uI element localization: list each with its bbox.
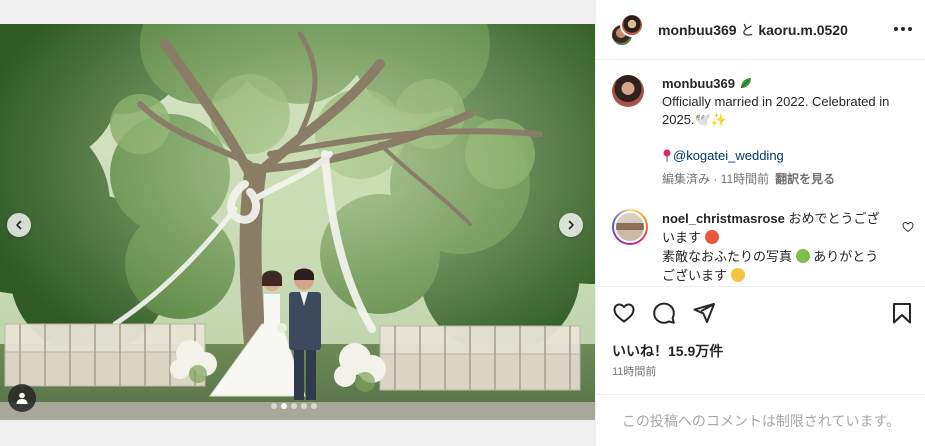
carousel-dot	[311, 403, 317, 409]
wedding-photo-illustration	[0, 24, 595, 420]
caption-username[interactable]: monbuu369	[662, 76, 735, 91]
comment-item: noel_christmasrose おめでとうございます 素敵なおふたりの写真…	[612, 209, 918, 285]
comment-bubble-icon	[653, 302, 675, 324]
like-button[interactable]	[612, 301, 636, 325]
user-tag-icon	[16, 392, 28, 404]
more-horizontal-icon	[894, 27, 898, 31]
likes-count[interactable]: いいね！15.9万件	[612, 341, 723, 361]
post-header: monbuu369 と kaoru.m.0520	[596, 0, 925, 60]
bookmark-icon	[893, 303, 911, 324]
action-bar	[612, 301, 914, 327]
chevron-right-icon	[568, 220, 574, 230]
avatar[interactable]	[612, 75, 644, 107]
post-caption: monbuu369 Officially married in 2022. Ce…	[612, 75, 912, 188]
edited-timestamp: 編集済み · 11時間前	[662, 172, 770, 186]
heart-icon	[613, 303, 635, 323]
comment-button[interactable]	[652, 301, 676, 325]
username-link[interactable]: kaoru.m.0520	[758, 22, 848, 38]
collab-avatars[interactable]	[610, 12, 644, 47]
share-button[interactable]	[692, 301, 716, 325]
see-translation-button[interactable]: 翻訳を見る	[775, 172, 835, 186]
mention-link[interactable]: @kogatei_wedding	[673, 147, 784, 165]
pin-emoji-icon	[663, 149, 671, 162]
post-timestamp[interactable]: 11時間前	[612, 363, 656, 379]
smile-emoji-icon	[730, 268, 745, 282]
carousel-dot	[291, 403, 297, 409]
save-button[interactable]	[890, 301, 914, 325]
collab-usernames: monbuu369 と kaoru.m.0520	[658, 20, 848, 40]
tagged-users-button[interactable]	[8, 384, 36, 412]
carousel-dot	[301, 403, 307, 409]
joiner-text: と	[736, 21, 759, 38]
post-photo[interactable]	[0, 24, 595, 420]
carousel-dot	[271, 403, 277, 409]
media-viewer	[0, 0, 595, 446]
previous-slide-button[interactable]	[7, 213, 31, 237]
comment-text: 素敵なおふたりの写真	[662, 249, 793, 264]
comment-username[interactable]: noel_christmasrose	[662, 211, 785, 226]
more-horizontal-icon-dot	[901, 27, 905, 31]
chevron-left-icon	[16, 220, 22, 230]
caption-text: Officially married in 2022. Celebrated i…	[662, 94, 890, 127]
post-actions-section: いいね！15.9万件 11時間前	[596, 286, 925, 394]
more-horizontal-icon-dot	[908, 27, 912, 31]
comments-restricted-notice: この投稿へのコメントは制限されています。	[596, 394, 925, 446]
restricted-text: この投稿へのコメントは制限されています。	[621, 412, 901, 429]
username-link[interactable]: monbuu369	[658, 22, 737, 38]
celebration-emoji-icon	[704, 230, 719, 244]
comments-list[interactable]: monbuu369 Officially married in 2022. Ce…	[596, 61, 925, 285]
next-slide-button[interactable]	[559, 213, 583, 237]
carousel-indicator	[271, 403, 317, 409]
comment-like-heart-icon[interactable]	[902, 221, 914, 233]
carousel-dot-active	[281, 403, 287, 409]
paper-plane-icon	[693, 303, 715, 323]
avatar	[620, 12, 644, 37]
leaf-emoji-icon	[740, 78, 751, 89]
avatar	[614, 211, 646, 243]
story-ring[interactable]	[612, 209, 648, 245]
more-options-button[interactable]	[894, 22, 912, 36]
post-side-panel: monbuu369 と kaoru.m.0520 monbuu369 Offic…	[595, 0, 925, 446]
bouquet-emoji-icon	[795, 249, 810, 263]
